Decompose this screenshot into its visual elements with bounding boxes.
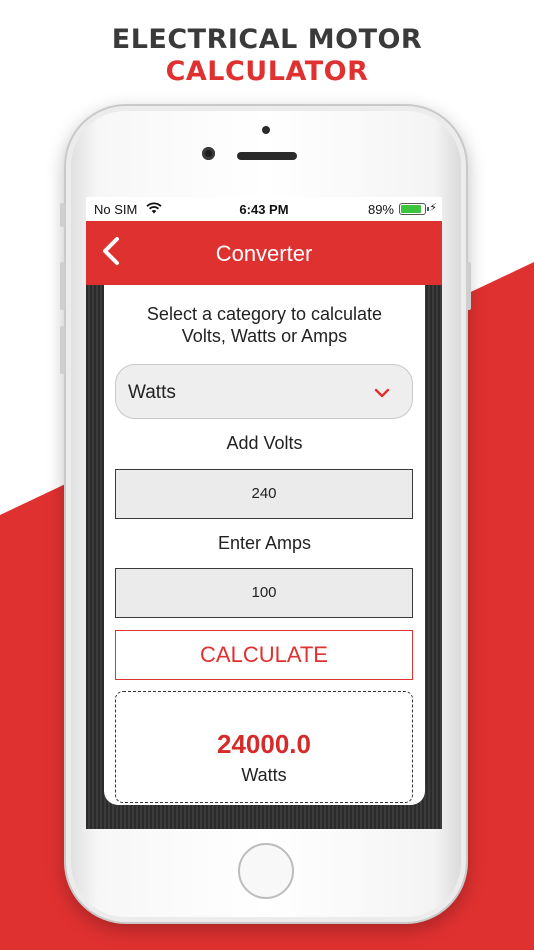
- battery-percent: 89%: [367, 202, 394, 217]
- promo-headline: ELECTRICAL MOTOR CALCULATOR: [0, 24, 534, 88]
- volume-down-button: [60, 326, 65, 374]
- earpiece-speaker: [237, 152, 297, 160]
- calculate-button[interactable]: CALCULATE: [115, 630, 413, 680]
- instruction-line2: Volts, Watts or Amps: [181, 326, 348, 346]
- volume-up-button: [60, 262, 65, 310]
- front-camera: [202, 147, 215, 160]
- silent-switch: [60, 203, 65, 227]
- chevron-down-icon: [374, 385, 390, 403]
- status-bar: No SIM 6:43 PM 89% ⚡: [86, 197, 442, 221]
- home-button[interactable]: [238, 843, 294, 899]
- result-box: 24000.0 Watts: [115, 691, 413, 803]
- battery-icon: [399, 203, 429, 215]
- headline-line2: CALCULATOR: [165, 56, 369, 87]
- phone-screen: No SIM 6:43 PM 89% ⚡ Converter Select a …: [86, 197, 442, 829]
- page-title: Converter: [215, 241, 313, 266]
- converter-card: Select a category to calculate Volts, Wa…: [104, 285, 425, 805]
- volts-input[interactable]: 240: [115, 469, 413, 519]
- instruction-line1: Select a category to calculate: [146, 304, 383, 324]
- result-unit: Watts: [241, 765, 287, 785]
- headline-line1: ELECTRICAL MOTOR: [111, 24, 423, 55]
- amps-label: Enter Amps: [217, 533, 312, 553]
- proximity-sensor: [262, 126, 270, 134]
- charging-bolt-icon: ⚡: [429, 202, 437, 214]
- amps-input[interactable]: 100: [115, 568, 413, 618]
- category-dropdown[interactable]: Watts: [115, 364, 413, 419]
- category-selected-value: Watts: [128, 382, 176, 403]
- navigation-bar: Converter: [86, 221, 442, 285]
- battery-fill: [401, 205, 422, 213]
- result-value: 24000.0: [217, 729, 311, 759]
- volts-label: Add Volts: [226, 433, 303, 453]
- power-button: [466, 262, 471, 310]
- instruction-text: Select a category to calculate Volts, Wa…: [104, 303, 425, 347]
